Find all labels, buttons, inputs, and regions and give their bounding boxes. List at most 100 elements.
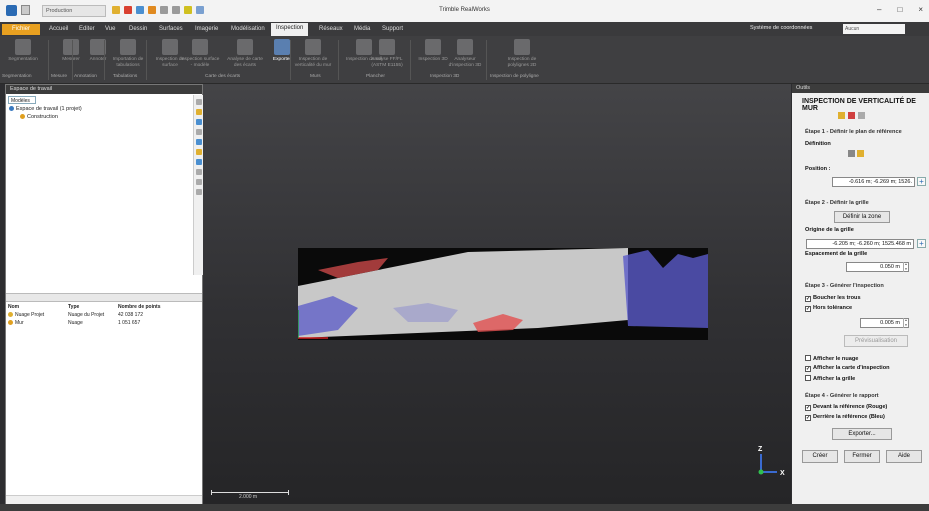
table-row[interactable]: Mur Nuage 1 051 657 <box>8 319 198 327</box>
grid-origin-field[interactable]: -6.205 m; -6.260 m; 1525.468 m <box>806 239 914 249</box>
tab-imagerie[interactable]: Imagerie <box>190 24 223 35</box>
tree-root[interactable]: Espace de travail (1 projet) <box>9 106 82 112</box>
tool-icon[interactable] <box>195 129 202 135</box>
table-row[interactable]: Nuage Projet Nuage du Projet 42 038 172 <box>8 311 198 319</box>
tolerance-spinner[interactable]: ▲ ▼ <box>903 318 908 328</box>
tab-surfaces[interactable]: Surfaces <box>154 24 188 35</box>
tool-title: INSPECTION DE VERTICALITÉ DE MUR <box>802 98 916 112</box>
fill-holes-label: Boucher les trous <box>813 295 861 301</box>
tab-dessin[interactable]: Dessin <box>124 24 152 35</box>
tool-icon[interactable] <box>195 159 202 165</box>
tab-reseaux[interactable]: Réseaux <box>314 24 348 35</box>
close-tool-button[interactable]: Fermer <box>844 450 880 463</box>
plane-icon[interactable] <box>848 150 855 157</box>
tab-modelisation[interactable]: Modélisation <box>226 24 270 35</box>
ribbon: Segmentation Mesurer Annoter Importation de… <box>0 36 929 84</box>
ribbon-separator <box>410 40 411 80</box>
tab-file[interactable]: Fichier <box>2 24 40 35</box>
minimize-button[interactable]: – <box>877 5 881 14</box>
fill-holes-checkbox[interactable]: ✓ Boucher les trous <box>805 295 861 302</box>
horizontal-scrollbar[interactable] <box>6 495 202 504</box>
ribbon-button-8[interactable]: Inspection de verticalité du mur <box>293 39 333 68</box>
tool-icon[interactable] <box>195 119 202 125</box>
tool-icon[interactable] <box>195 109 202 115</box>
ribbon-button-10[interactable]: Analyse FF/FL (ASTM E1155) <box>367 39 407 68</box>
axis-x-label: X <box>780 470 785 477</box>
workspace-panel: Espace de travail Modèles Espace de trav… <box>5 84 203 504</box>
tab-models[interactable]: Modèles <box>8 96 36 104</box>
create-button[interactable]: Créer <box>802 450 838 463</box>
position-field[interactable]: -0.616 m; -6.269 m; 1526. <box>832 177 915 187</box>
status-bar <box>0 504 929 511</box>
show-grid-label: Afficher la grille <box>813 376 856 382</box>
tolerance-field[interactable]: 0.005 m <box>860 318 909 328</box>
behind-checkbox[interactable]: ✓ Derrière la référence (Bleu) <box>805 414 885 421</box>
col-points[interactable]: Nombre de points <box>118 303 188 311</box>
show-cloud-checkbox[interactable]: Afficher le nuage <box>805 355 858 362</box>
ribbon-button-5[interactable]: Inspection surface - modèle <box>180 39 220 68</box>
col-nom[interactable]: Nom <box>8 303 68 311</box>
tree-root-label: Espace de travail (1 projet) <box>16 106 82 112</box>
tool-icon[interactable] <box>195 169 202 175</box>
tab-inspection[interactable]: Inspection <box>271 23 309 36</box>
viewport-3d[interactable]: 2.000 m Z X <box>203 84 791 504</box>
ribbon-button-label: Segmentation <box>8 57 38 62</box>
tool-icon[interactable] <box>195 149 202 155</box>
grid-origin-plus-button[interactable]: + <box>917 239 926 248</box>
tool-icon[interactable] <box>195 189 202 195</box>
ribbon-tool-icon <box>162 39 178 55</box>
tab-accueil[interactable]: Accueil <box>44 24 73 35</box>
cloud-icon <box>8 312 13 318</box>
ribbon-button-0[interactable]: Segmentation <box>3 39 43 63</box>
show-map-label: Afficher la carte d'inspection <box>813 365 890 371</box>
tree-project[interactable]: Construction <box>20 114 58 120</box>
mode-icon[interactable] <box>848 112 855 119</box>
ribbon-button-6[interactable]: Analyse de carte des écarts <box>225 39 265 68</box>
scale-label: 2.000 m <box>239 494 258 500</box>
ribbon-button-13[interactable]: Inspection de polylignes 2D <box>502 39 542 68</box>
project-icon <box>20 114 25 120</box>
ribbon-group-label: Mesure <box>51 74 67 79</box>
coordinate-system-select[interactable]: Aucun <box>843 24 905 34</box>
ribbon-group-label: Plancher <box>366 74 385 79</box>
mode-icon[interactable] <box>858 112 865 119</box>
cloud-icon <box>8 320 13 326</box>
ribbon-tool-icon <box>237 39 253 55</box>
grid-spacing-field[interactable]: 0.050 m <box>846 262 909 272</box>
step3-label: Étape 3 - Générer l'inspection <box>805 283 884 289</box>
close-button[interactable]: × <box>918 5 923 14</box>
preview-button[interactable]: Prévisualisation <box>844 335 908 347</box>
ribbon-button-3[interactable]: Importation de tabulations <box>108 39 148 68</box>
ribbon-button-12[interactable]: Analyseur d'inspection 3D <box>445 39 485 68</box>
row-points: 1 051 657 <box>118 320 141 326</box>
tab-support[interactable]: Support <box>377 24 408 35</box>
tool-icon[interactable] <box>195 179 202 185</box>
col-type[interactable]: Type <box>68 303 118 311</box>
tool-icon[interactable] <box>195 139 202 145</box>
out-tolerance-checkbox[interactable]: ✓ Hors tolérance <box>805 305 852 312</box>
point-cloud[interactable] <box>298 248 708 340</box>
ribbon-button-label: Inspection de verticalité du mur <box>294 57 332 68</box>
define-zone-button[interactable]: Définir la zone <box>834 211 890 223</box>
table-header: Nom Type Nombre de points <box>8 303 198 311</box>
tab-media[interactable]: Média <box>349 24 375 35</box>
maximize-button[interactable]: □ <box>897 5 902 14</box>
ribbon-button-label: Analyseur d'inspection 3D <box>448 57 482 68</box>
export-button[interactable]: Exporter... <box>832 428 892 440</box>
grid-origin-label: Origine de la grille <box>805 227 854 233</box>
pick-icon[interactable] <box>857 150 864 157</box>
ribbon-group-label: Tabulations <box>113 74 138 79</box>
tool-icon[interactable] <box>195 99 202 105</box>
mode-icon[interactable] <box>838 112 845 119</box>
ribbon-button-label: Inspection surface - modèle <box>180 57 220 68</box>
grid-spacing-spinner[interactable]: ▲ ▼ <box>903 262 908 272</box>
position-plus-button[interactable]: + <box>917 177 926 186</box>
in-front-checkbox[interactable]: ✓ Devant la référence (Rouge) <box>805 404 887 411</box>
tab-vue[interactable]: Vue <box>100 24 120 35</box>
help-button[interactable]: Aide <box>886 450 922 463</box>
tab-editer[interactable]: Editer <box>74 24 100 35</box>
scale-bar: 2.000 m <box>211 490 289 500</box>
show-grid-checkbox[interactable]: Afficher la grille <box>805 375 855 382</box>
show-map-checkbox[interactable]: ✓ Afficher la carte d'inspection <box>805 365 890 372</box>
row-name: Nuage Projet <box>15 312 45 318</box>
